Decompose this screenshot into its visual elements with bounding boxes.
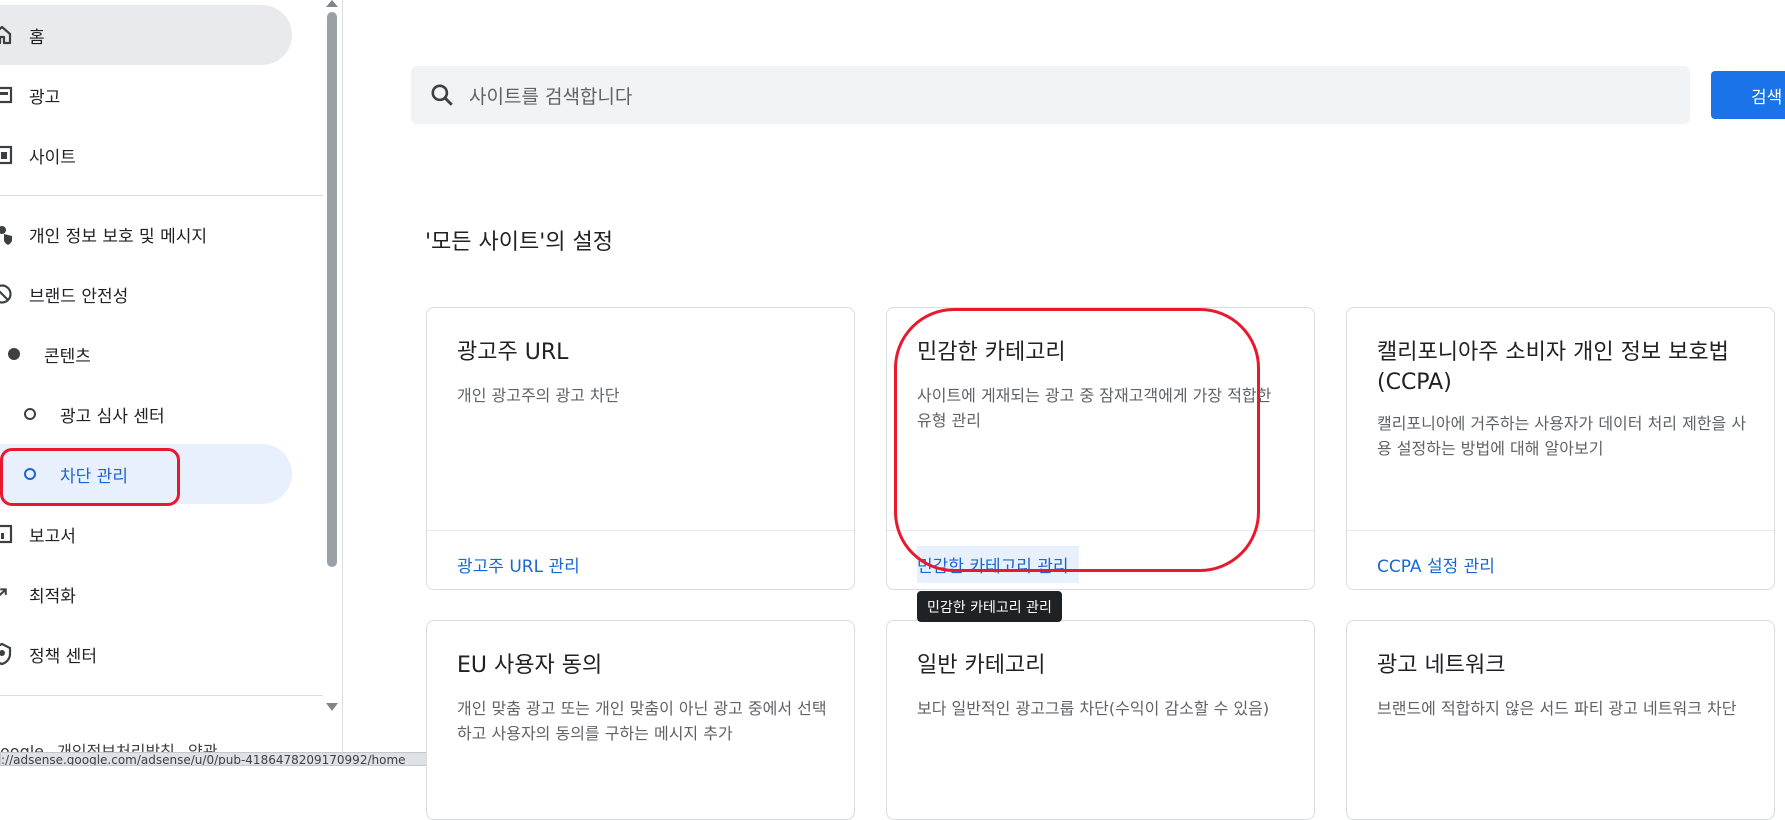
- sidebar-item-label: 정책 센터: [29, 646, 97, 667]
- card-title: 캘리포니아주 소비자 개인 정보 보호법(CCPA): [1377, 340, 1729, 395]
- manage-ccpa-link[interactable]: CCPA 설정 관리: [1377, 546, 1495, 583]
- annotation-circle-sidebar: [0, 448, 180, 506]
- card-divider: [427, 530, 854, 531]
- card-description: 개인 광고주의 광고 차단: [457, 386, 620, 405]
- sidebar-item-label: 보고서: [29, 526, 76, 547]
- sidebar-item-policy-center[interactable]: 정책 센터: [0, 624, 292, 684]
- scroll-up-arrow-icon[interactable]: [326, 0, 338, 7]
- sidebar-item-label: 브랜드 안전성: [29, 286, 129, 307]
- privacy-icon: [0, 222, 14, 246]
- sidebar-divider: [0, 195, 323, 196]
- sidebar-item-label: 홈: [29, 27, 45, 48]
- ads-icon: [0, 83, 14, 107]
- section-title: '모든 사이트'의 설정: [425, 230, 614, 255]
- sidebar-divider: [0, 695, 323, 696]
- bullet-icon: [8, 348, 20, 360]
- sidebar-item-home[interactable]: 홈: [0, 5, 292, 65]
- card-ad-networks: 광고 네트워크 브랜드에 적합하지 않은 서드 파티 광고 네트워크 차단: [1346, 620, 1775, 820]
- card-description: 브랜드에 적합하지 않은 서드 파티 광고 네트워크 차단: [1377, 699, 1737, 718]
- card-title: 광고 네트워크: [1377, 653, 1506, 678]
- sites-icon: [0, 143, 14, 167]
- home-icon: [0, 23, 14, 47]
- sidebar-item-optimization[interactable]: 최적화: [0, 564, 292, 624]
- sidebar-item-reports[interactable]: 보고서: [0, 504, 292, 564]
- sidebar-item-brand-safety[interactable]: 브랜드 안전성: [0, 264, 292, 324]
- card-description: 개인 맞춤 광고 또는 개인 맞춤이 아닌 광고 중에서 선택하고 사용자의 동…: [457, 699, 827, 743]
- ring-icon: [24, 408, 36, 420]
- sidebar-scrollbar-thumb[interactable]: [327, 12, 337, 567]
- card-description: 캘리포니아에 거주하는 사용자가 데이터 처리 제한을 사용 설정하는 방법에 …: [1377, 414, 1747, 458]
- brand-safety-icon: [0, 282, 14, 306]
- sidebar-item-label: 광고 심사 센터: [60, 406, 165, 427]
- card-title: 광고주 URL: [457, 340, 569, 365]
- scroll-down-arrow-icon[interactable]: [326, 703, 338, 711]
- status-bar-url: ://adsense.google.com/adsense/u/0/pub-41…: [0, 752, 466, 766]
- sidebar: 홈 광고 사이트 개인 정보 보호 및 메시지 브랜드 안전성 콘텐츠 광고 심…: [0, 0, 343, 766]
- reports-icon: [0, 522, 14, 546]
- search-placeholder: 사이트를 검색합니다: [469, 85, 633, 108]
- card-divider: [1347, 530, 1774, 531]
- annotation-circle-card: [894, 308, 1260, 572]
- sidebar-item-label: 광고: [29, 87, 61, 108]
- optimize-icon: [0, 582, 14, 606]
- card-general-categories: 일반 카테고리 보다 일반적인 광고그룹 차단(수익이 감소할 수 있음): [886, 620, 1315, 820]
- sidebar-item-label: 최적화: [29, 586, 76, 607]
- sidebar-item-content[interactable]: 콘텐츠: [0, 324, 292, 384]
- tooltip: 민감한 카테고리 관리: [917, 591, 1062, 622]
- card-eu-consent: EU 사용자 동의 개인 맞춤 광고 또는 개인 맞춤이 아닌 광고 중에서 선…: [426, 620, 855, 820]
- card-title: 일반 카테고리: [917, 653, 1046, 678]
- sidebar-item-sites[interactable]: 사이트: [0, 125, 292, 185]
- policy-icon: [0, 642, 14, 666]
- sidebar-item-label: 개인 정보 보호 및 메시지: [29, 226, 208, 247]
- sidebar-item-label: 콘텐츠: [44, 346, 91, 367]
- sidebar-item-label: 사이트: [29, 147, 76, 168]
- sidebar-item-ad-review-center[interactable]: 광고 심사 센터: [0, 384, 292, 444]
- search-button[interactable]: 검색: [1711, 71, 1785, 119]
- site-search-input[interactable]: 사이트를 검색합니다: [411, 66, 1690, 124]
- manage-advertiser-url-link[interactable]: 광고주 URL 관리: [457, 546, 580, 583]
- card-advertiser-url: 광고주 URL 개인 광고주의 광고 차단 광고주 URL 관리: [426, 307, 855, 590]
- card-ccpa: 캘리포니아주 소비자 개인 정보 보호법(CCPA) 캘리포니아에 거주하는 사…: [1346, 307, 1775, 590]
- card-description: 보다 일반적인 광고그룹 차단(수익이 감소할 수 있음): [917, 699, 1270, 718]
- search-icon: [431, 84, 453, 106]
- card-title: EU 사용자 동의: [457, 653, 603, 678]
- sidebar-item-ads[interactable]: 광고: [0, 65, 292, 125]
- sidebar-item-privacy-messaging[interactable]: 개인 정보 보호 및 메시지: [0, 204, 292, 264]
